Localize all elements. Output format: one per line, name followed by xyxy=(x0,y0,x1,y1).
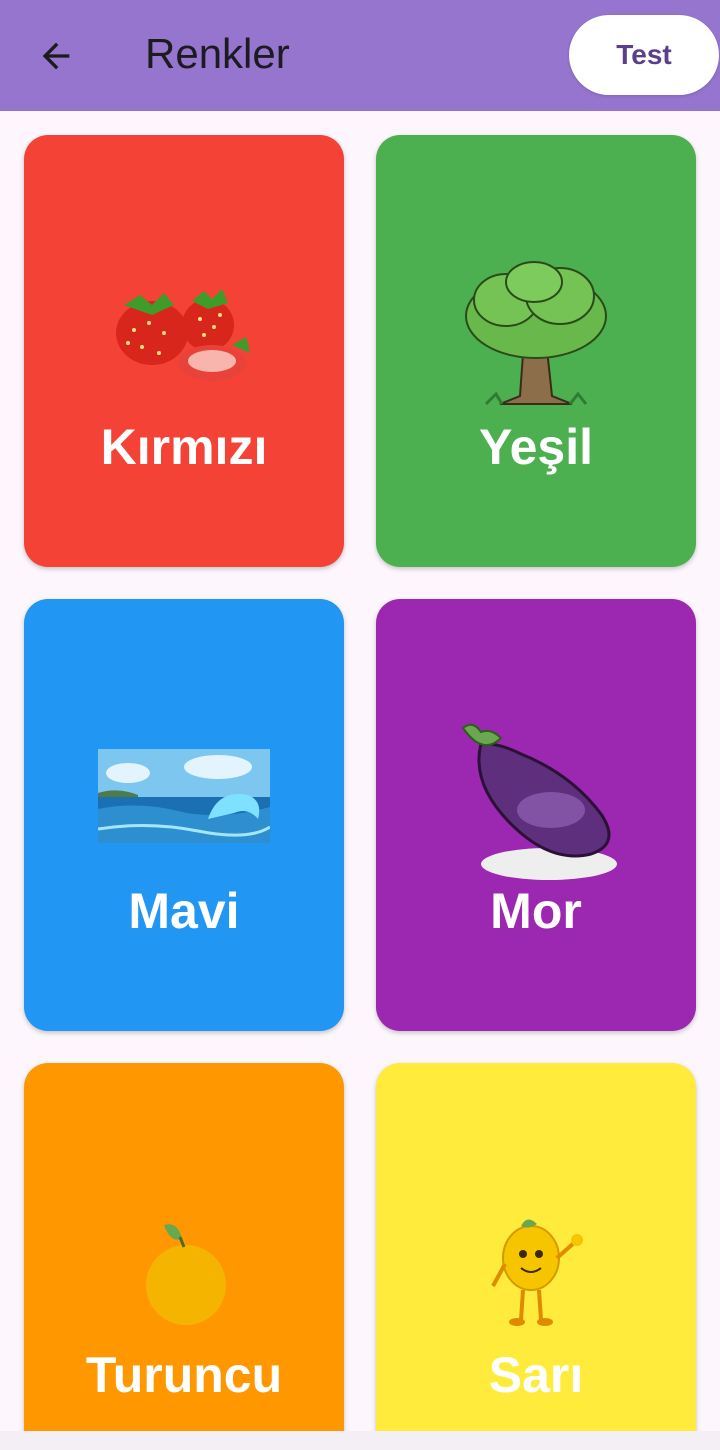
eggplant-icon xyxy=(376,719,696,880)
card-label: Yeşil xyxy=(479,419,593,475)
card-purple[interactable]: Mor xyxy=(376,599,696,1031)
card-green[interactable]: Yeşil xyxy=(376,135,696,567)
card-label: Mor xyxy=(490,883,582,939)
sea-wave-icon xyxy=(24,719,344,879)
card-label: Turuncu xyxy=(85,1347,283,1403)
card-blue[interactable]: Mavi xyxy=(24,599,344,1031)
card-orange[interactable]: Turuncu xyxy=(24,1063,344,1431)
card-yellow[interactable]: Sarı xyxy=(376,1063,696,1431)
page-title: Renkler xyxy=(145,30,290,77)
color-grid: Kırmızı Yeşil Mavi Mor Turuncu Sarı xyxy=(0,111,720,1431)
strawberry-icon xyxy=(24,255,344,415)
app-bar: Renkler Test xyxy=(0,0,720,111)
orange-fruit-icon xyxy=(24,1193,344,1353)
tree-icon xyxy=(376,255,696,415)
bottom-edge xyxy=(0,1431,720,1450)
card-red[interactable]: Kırmızı xyxy=(24,135,344,567)
card-label: Sarı xyxy=(488,1347,584,1403)
arrow-back-icon xyxy=(42,42,70,70)
back-button[interactable] xyxy=(20,20,92,92)
card-label: Mavi xyxy=(128,883,240,939)
lemon-character-icon xyxy=(376,1193,696,1353)
card-label: Kırmızı xyxy=(100,419,268,475)
test-button[interactable]: Test xyxy=(569,15,719,95)
